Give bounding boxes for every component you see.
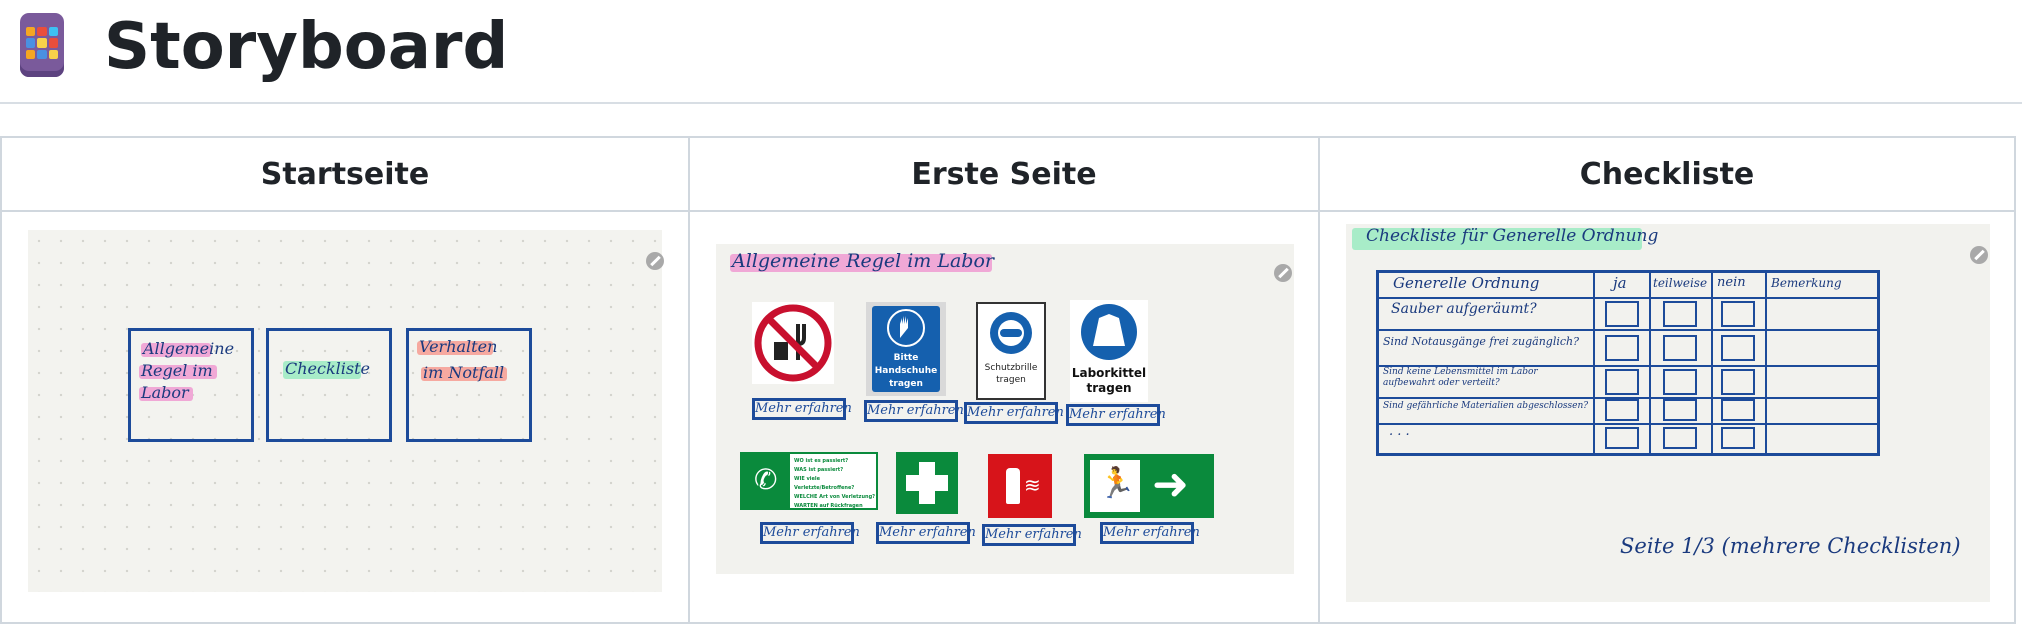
sign-line: WELCHE Art von Verletzung? bbox=[794, 494, 876, 500]
sign-line: WIE viele Verletzte/Betroffene? bbox=[794, 476, 855, 491]
running-man-glyph: 🏃 bbox=[1098, 466, 1136, 501]
grid-line bbox=[1379, 329, 1877, 331]
sketch-startseite[interactable]: Allgemeine Regel im Labor Checkliste Ver… bbox=[28, 230, 664, 592]
storyboard-app-icon bbox=[20, 13, 64, 77]
grid-line bbox=[1379, 423, 1877, 425]
cell-erste-seite: Allgemeine Regel im Labor Bitte Handschu… bbox=[688, 210, 1320, 624]
mehr-erfahren-link[interactable]: Mehr erfahren bbox=[1066, 404, 1166, 426]
sign-lines: WO ist es passiert? WAS ist passiert? WI… bbox=[794, 457, 876, 511]
sign-label: Schutzbrille tragen bbox=[984, 363, 1038, 385]
checkbox-teilweise[interactable] bbox=[1663, 427, 1697, 449]
grid-line bbox=[1379, 297, 1877, 299]
sketch-text: Verhalten bbox=[419, 337, 498, 356]
storyboard-table: Startseite Erste Seite Checkliste Allgem… bbox=[0, 136, 2016, 624]
page-title: Storyboard bbox=[104, 10, 509, 84]
sketch-box-verhalten-notfall: Verhalten im Notfall bbox=[406, 328, 532, 442]
fire-extinguisher-icon: ≋ bbox=[988, 454, 1052, 518]
sketch-heading: Checkliste für Generelle Ordnung bbox=[1366, 226, 1659, 246]
sketch-text: im Notfall bbox=[423, 363, 505, 382]
table-header-row: Startseite Erste Seite Checkliste bbox=[0, 136, 2016, 212]
sketch-checkliste[interactable]: Checkliste für Generelle Ordnung Generel… bbox=[1346, 224, 1990, 602]
checkbox-nein[interactable] bbox=[1721, 399, 1755, 421]
edit-icon[interactable] bbox=[1970, 246, 1988, 264]
sketch-heading: Allgemeine Regel im Labor bbox=[732, 250, 994, 272]
sketch-text: Labor bbox=[141, 383, 189, 402]
sign-label: Bitte Handschuhe tragen bbox=[874, 353, 938, 389]
row-label: Sauber aufgeräumt? bbox=[1391, 301, 1537, 317]
mehr-erfahren-link[interactable]: Mehr erfahren bbox=[760, 522, 860, 544]
flame-glyph: ≋ bbox=[1024, 473, 1041, 497]
column-label: teilweise bbox=[1653, 276, 1708, 290]
cell-startseite: Allgemeine Regel im Labor Checkliste Ver… bbox=[0, 210, 690, 624]
first-aid-icon bbox=[896, 452, 958, 514]
lab-coat-icon: Laborkittel tragen bbox=[1070, 300, 1148, 402]
column-label: ja bbox=[1613, 274, 1627, 292]
mehr-erfahren-link[interactable]: Mehr erfahren bbox=[982, 524, 1082, 546]
grid-line bbox=[1711, 273, 1713, 453]
phone-glyph: ✆ bbox=[754, 463, 778, 496]
sign-line: WARTEN auf Rückfragen bbox=[794, 503, 863, 509]
column-label: Generelle Ordnung bbox=[1393, 274, 1540, 292]
checkbox-teilweise[interactable] bbox=[1663, 301, 1697, 327]
sign-line: WAS ist passiert? bbox=[794, 467, 844, 473]
mehr-erfahren-link[interactable]: Mehr erfahren bbox=[964, 402, 1064, 424]
emergency-phone-icon: ✆ WO ist es passiert? WAS ist passiert? … bbox=[740, 452, 878, 510]
column-header-erste-seite: Erste Seite bbox=[688, 136, 1320, 212]
arrow-right-icon: ➜ bbox=[1152, 459, 1189, 510]
cell-checkliste: Checkliste für Generelle Ordnung Generel… bbox=[1318, 210, 2016, 624]
row-label: Sind keine Lebensmittel im Labor aufbewa… bbox=[1383, 367, 1538, 388]
checkbox-nein[interactable] bbox=[1721, 369, 1755, 395]
mehr-erfahren-link[interactable]: Mehr erfahren bbox=[752, 398, 852, 420]
column-header-startseite: Startseite bbox=[0, 136, 690, 212]
emergency-exit-icon: 🏃 ➜ bbox=[1084, 454, 1214, 518]
sketch-text: Allgemeine bbox=[143, 339, 235, 358]
checkbox-nein[interactable] bbox=[1721, 427, 1755, 449]
sketch-text: Regel im bbox=[141, 361, 213, 380]
mehr-erfahren-link[interactable]: Mehr erfahren bbox=[864, 400, 964, 422]
checkbox-ja[interactable] bbox=[1605, 427, 1639, 449]
edit-icon[interactable] bbox=[646, 252, 664, 270]
checkbox-ja[interactable] bbox=[1605, 301, 1639, 327]
checkbox-teilweise[interactable] bbox=[1663, 399, 1697, 421]
no-eating-drinking-icon bbox=[752, 302, 834, 384]
column-label: nein bbox=[1717, 275, 1746, 290]
row-label: . . . bbox=[1389, 424, 1410, 439]
mehr-erfahren-link[interactable]: Mehr erfahren bbox=[1100, 522, 1200, 544]
column-header-checkliste: Checkliste bbox=[1318, 136, 2016, 212]
grid-line bbox=[1765, 273, 1767, 453]
grid-line bbox=[1649, 273, 1651, 453]
checkbox-ja[interactable] bbox=[1605, 399, 1639, 421]
safety-goggles-icon: Schutzbrille tragen bbox=[976, 302, 1046, 400]
mehr-erfahren-link[interactable]: Mehr erfahren bbox=[876, 522, 976, 544]
sketch-text: Checkliste bbox=[285, 359, 371, 378]
checklist-table: Generelle Ordnung ja teilweise nein Beme… bbox=[1376, 270, 1880, 456]
checkbox-ja[interactable] bbox=[1605, 369, 1639, 395]
sketch-erste-seite[interactable]: Allgemeine Regel im Labor Bitte Handschu… bbox=[716, 244, 1294, 574]
checkbox-teilweise[interactable] bbox=[1663, 335, 1697, 361]
page-header: Storyboard bbox=[0, 0, 2022, 104]
sign-line: WO ist es passiert? bbox=[794, 458, 849, 464]
checkbox-teilweise[interactable] bbox=[1663, 369, 1697, 395]
row-label: Sind Notausgänge frei zugänglich? bbox=[1383, 335, 1580, 348]
checkbox-nein[interactable] bbox=[1721, 301, 1755, 327]
grid-line bbox=[1593, 273, 1595, 453]
table-row: Allgemeine Regel im Labor Checkliste Ver… bbox=[0, 210, 2016, 624]
sketch-box-checkliste: Checkliste bbox=[266, 328, 392, 442]
sketch-footer: Seite 1/3 (mehrere Checklisten) bbox=[1620, 534, 1961, 558]
gloves-icon: Bitte Handschuhe tragen bbox=[866, 302, 946, 396]
checkbox-ja[interactable] bbox=[1605, 335, 1639, 361]
row-label: Sind gefährliche Materialien abgeschloss… bbox=[1383, 401, 1589, 411]
column-label: Bemerkung bbox=[1771, 276, 1842, 290]
sketch-box-allgemeine-regel: Allgemeine Regel im Labor bbox=[128, 328, 254, 442]
edit-icon[interactable] bbox=[1274, 264, 1292, 282]
sign-label: Laborkittel tragen bbox=[1071, 366, 1147, 395]
checkbox-nein[interactable] bbox=[1721, 335, 1755, 361]
